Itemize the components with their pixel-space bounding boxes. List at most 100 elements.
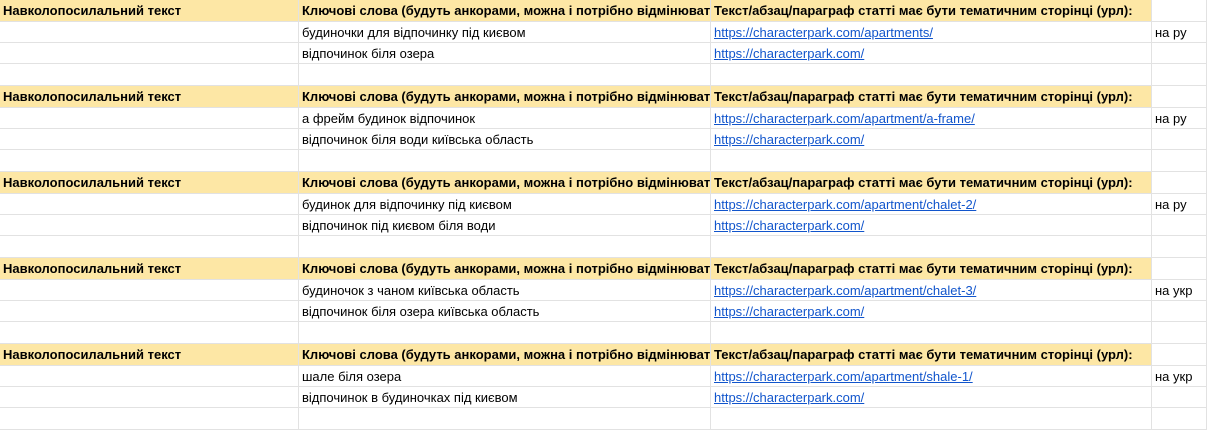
url-link[interactable]: https://characterpark.com/apartment/a-fr… bbox=[714, 111, 975, 126]
header-cell-empty[interactable] bbox=[1152, 258, 1207, 280]
empty-cell[interactable] bbox=[299, 408, 711, 430]
url-link[interactable]: https://characterpark.com/ bbox=[714, 218, 864, 233]
url-link[interactable]: https://characterpark.com/apartment/chal… bbox=[714, 283, 976, 298]
cell-keyword[interactable]: будиночки для відпочинку під києвом bbox=[299, 22, 711, 43]
cell-language[interactable]: на ру bbox=[1152, 194, 1207, 215]
empty-cell[interactable] bbox=[711, 322, 1152, 344]
cell-keyword[interactable]: а фрейм будинок відпочинок bbox=[299, 108, 711, 129]
empty-cell[interactable] bbox=[0, 64, 299, 86]
empty-cell[interactable] bbox=[711, 64, 1152, 86]
cell-language[interactable] bbox=[1152, 215, 1207, 236]
header-cell-keywords[interactable]: Ключові слова (будуть анкорами, можна і … bbox=[299, 172, 711, 194]
cell-url[interactable]: https://characterpark.com/ bbox=[711, 215, 1152, 236]
empty-cell[interactable] bbox=[711, 408, 1152, 430]
url-link[interactable]: https://characterpark.com/ bbox=[714, 132, 864, 147]
empty-cell[interactable] bbox=[1152, 236, 1207, 258]
empty-cell[interactable] bbox=[299, 236, 711, 258]
header-cell-url[interactable]: Текст/абзац/параграф статті має бути тем… bbox=[711, 0, 1152, 22]
cell-language[interactable]: на укр bbox=[1152, 280, 1207, 301]
empty-cell[interactable] bbox=[0, 150, 299, 172]
header-cell-keywords-text: Ключові слова (будуть анкорами, можна і … bbox=[302, 175, 711, 190]
header-cell-anchor-context[interactable]: Навколопосилальний текст bbox=[0, 258, 299, 280]
cell-url[interactable]: https://characterpark.com/ bbox=[711, 387, 1152, 408]
url-link[interactable]: https://characterpark.com/apartments/ bbox=[714, 25, 933, 40]
cell-language[interactable] bbox=[1152, 129, 1207, 150]
cell-language[interactable] bbox=[1152, 43, 1207, 64]
empty-cell[interactable] bbox=[1152, 322, 1207, 344]
header-cell-keywords[interactable]: Ключові слова (будуть анкорами, можна і … bbox=[299, 258, 711, 280]
header-cell-empty[interactable] bbox=[1152, 172, 1207, 194]
cell-keyword[interactable]: будиночок з чаном київська область bbox=[299, 280, 711, 301]
empty-cell[interactable] bbox=[0, 408, 299, 430]
header-row: Навколопосилальний текст Ключові слова (б… bbox=[0, 344, 1207, 366]
cell-url[interactable]: https://characterpark.com/ bbox=[711, 301, 1152, 322]
url-link[interactable]: https://characterpark.com/apartment/shal… bbox=[714, 369, 973, 384]
cell-anchor-context[interactable] bbox=[0, 215, 299, 236]
cell-anchor-context[interactable] bbox=[0, 387, 299, 408]
empty-row bbox=[0, 150, 1207, 172]
cell-keyword[interactable]: відпочинок під києвом біля води bbox=[299, 215, 711, 236]
empty-cell[interactable] bbox=[1152, 64, 1207, 86]
cell-url[interactable]: https://characterpark.com/apartment/shal… bbox=[711, 366, 1152, 387]
header-cell-keywords[interactable]: Ключові слова (будуть анкорами, можна і … bbox=[299, 0, 711, 22]
cell-keyword[interactable]: відпочинок в будиночках під києвом bbox=[299, 387, 711, 408]
empty-cell[interactable] bbox=[0, 236, 299, 258]
empty-cell[interactable] bbox=[711, 150, 1152, 172]
header-cell-anchor-context[interactable]: Навколопосилальний текст bbox=[0, 86, 299, 108]
cell-keyword[interactable]: відпочинок біля води київська область bbox=[299, 129, 711, 150]
header-cell-url[interactable]: Текст/абзац/параграф статті має бути тем… bbox=[711, 172, 1152, 194]
empty-cell[interactable] bbox=[299, 64, 711, 86]
cell-anchor-context[interactable] bbox=[0, 108, 299, 129]
empty-cell[interactable] bbox=[1152, 408, 1207, 430]
header-cell-anchor-context[interactable]: Навколопосилальний текст bbox=[0, 172, 299, 194]
cell-anchor-context[interactable] bbox=[0, 194, 299, 215]
cell-language[interactable]: на укр bbox=[1152, 366, 1207, 387]
cell-language[interactable]: на ру bbox=[1152, 22, 1207, 43]
cell-url[interactable]: https://characterpark.com/ bbox=[711, 43, 1152, 64]
url-link[interactable]: https://characterpark.com/apartment/chal… bbox=[714, 197, 976, 212]
cell-anchor-context[interactable] bbox=[0, 301, 299, 322]
cell-language[interactable]: на ру bbox=[1152, 108, 1207, 129]
cell-url[interactable]: https://characterpark.com/apartment/a-fr… bbox=[711, 108, 1152, 129]
header-cell-anchor-context[interactable]: Навколопосилальний текст bbox=[0, 0, 299, 22]
empty-cell[interactable] bbox=[299, 150, 711, 172]
header-cell-url[interactable]: Текст/абзац/параграф статті має бути тем… bbox=[711, 344, 1152, 366]
header-cell-empty[interactable] bbox=[1152, 86, 1207, 108]
cell-language-text: на ру bbox=[1155, 110, 1187, 126]
empty-cell[interactable] bbox=[0, 322, 299, 344]
cell-language[interactable] bbox=[1152, 387, 1207, 408]
url-link[interactable]: https://characterpark.com/ bbox=[714, 390, 864, 405]
header-cell-anchor-context[interactable]: Навколопосилальний текст bbox=[0, 344, 299, 366]
cell-anchor-context[interactable] bbox=[0, 43, 299, 64]
header-cell-empty[interactable] bbox=[1152, 344, 1207, 366]
cell-url[interactable]: https://characterpark.com/ bbox=[711, 129, 1152, 150]
cell-keyword[interactable]: шале біля озера bbox=[299, 366, 711, 387]
cell-keyword-text: будинок для відпочинку під києвом bbox=[302, 196, 512, 212]
header-cell-url-text: Текст/абзац/параграф статті має бути тем… bbox=[714, 3, 1133, 18]
cell-url[interactable]: https://characterpark.com/apartment/chal… bbox=[711, 194, 1152, 215]
url-link[interactable]: https://characterpark.com/ bbox=[714, 304, 864, 319]
empty-cell[interactable] bbox=[711, 236, 1152, 258]
cell-url[interactable]: https://characterpark.com/apartment/chal… bbox=[711, 280, 1152, 301]
cell-anchor-context[interactable] bbox=[0, 280, 299, 301]
header-cell-anchor-context-text: Навколопосилальний текст bbox=[3, 175, 182, 190]
cell-anchor-context[interactable] bbox=[0, 22, 299, 43]
cell-url[interactable]: https://characterpark.com/apartments/ bbox=[711, 22, 1152, 43]
cell-keyword-text: відпочинок біля води київська область bbox=[302, 131, 534, 147]
cell-keyword[interactable]: будинок для відпочинку під києвом bbox=[299, 194, 711, 215]
cell-anchor-context[interactable] bbox=[0, 129, 299, 150]
table-row: відпочинок під києвом біля води https://c… bbox=[0, 215, 1207, 236]
empty-cell[interactable] bbox=[299, 322, 711, 344]
header-cell-keywords[interactable]: Ключові слова (будуть анкорами, можна і … bbox=[299, 344, 711, 366]
header-cell-empty[interactable] bbox=[1152, 0, 1207, 22]
header-cell-keywords[interactable]: Ключові слова (будуть анкорами, можна і … bbox=[299, 86, 711, 108]
cell-keyword[interactable]: відпочинок біля озера київська область bbox=[299, 301, 711, 322]
cell-keyword[interactable]: відпочинок біля озера bbox=[299, 43, 711, 64]
header-cell-url[interactable]: Текст/абзац/параграф статті має бути тем… bbox=[711, 86, 1152, 108]
url-link[interactable]: https://characterpark.com/ bbox=[714, 46, 864, 61]
header-cell-url[interactable]: Текст/абзац/параграф статті має бути тем… bbox=[711, 258, 1152, 280]
cell-anchor-context[interactable] bbox=[0, 366, 299, 387]
empty-cell[interactable] bbox=[1152, 150, 1207, 172]
cell-keyword-text: будиночок з чаном київська область bbox=[302, 282, 520, 298]
cell-language[interactable] bbox=[1152, 301, 1207, 322]
